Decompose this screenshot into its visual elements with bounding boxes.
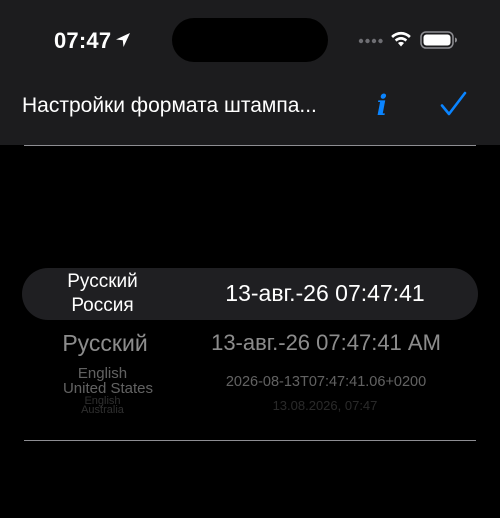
status-bar: 07:47 bbox=[0, 0, 500, 80]
row-date-sample: 13.08.2026, 07:47 bbox=[272, 398, 378, 413]
row-language: Русский bbox=[62, 330, 148, 356]
page-title: Настройки формата штампа... bbox=[22, 94, 317, 117]
status-time: 07:47 bbox=[54, 28, 112, 53]
top-bar: 07:47 Настройки формата штампа... i bbox=[0, 0, 500, 145]
row-region: Россия bbox=[71, 295, 134, 316]
row-date-sample: 13-авг.-26 07:47:41 AM bbox=[211, 330, 441, 355]
done-button[interactable] bbox=[438, 90, 468, 120]
locale-picker-wheel[interactable]: Русский Россия 13-авг.-26 07:47:41 Русск… bbox=[0, 146, 500, 440]
cellular-signal-icon bbox=[358, 38, 383, 44]
row-date-sample: 13-авг.-26 07:47:41 bbox=[225, 280, 425, 306]
checkmark-icon bbox=[440, 91, 467, 116]
row-language: English bbox=[77, 365, 128, 382]
dynamic-island bbox=[172, 18, 328, 62]
nav-bar: Настройки формата штампа... i bbox=[0, 80, 500, 144]
row-language: Русский bbox=[67, 271, 138, 292]
info-icon: i bbox=[376, 89, 388, 122]
bottom-divider bbox=[24, 440, 476, 441]
row-date-sample: 2026-08-13T07:47:41.06+0200 bbox=[225, 374, 427, 390]
row-region: United States bbox=[62, 380, 154, 397]
battery-icon bbox=[420, 31, 457, 49]
location-arrow-icon bbox=[116, 33, 130, 47]
screen: 07:47 Настройки формата штампа... i Русс… bbox=[0, 0, 500, 518]
row-region: Australia bbox=[81, 404, 124, 416]
wifi-icon bbox=[391, 31, 411, 47]
info-button[interactable]: i bbox=[370, 88, 394, 124]
